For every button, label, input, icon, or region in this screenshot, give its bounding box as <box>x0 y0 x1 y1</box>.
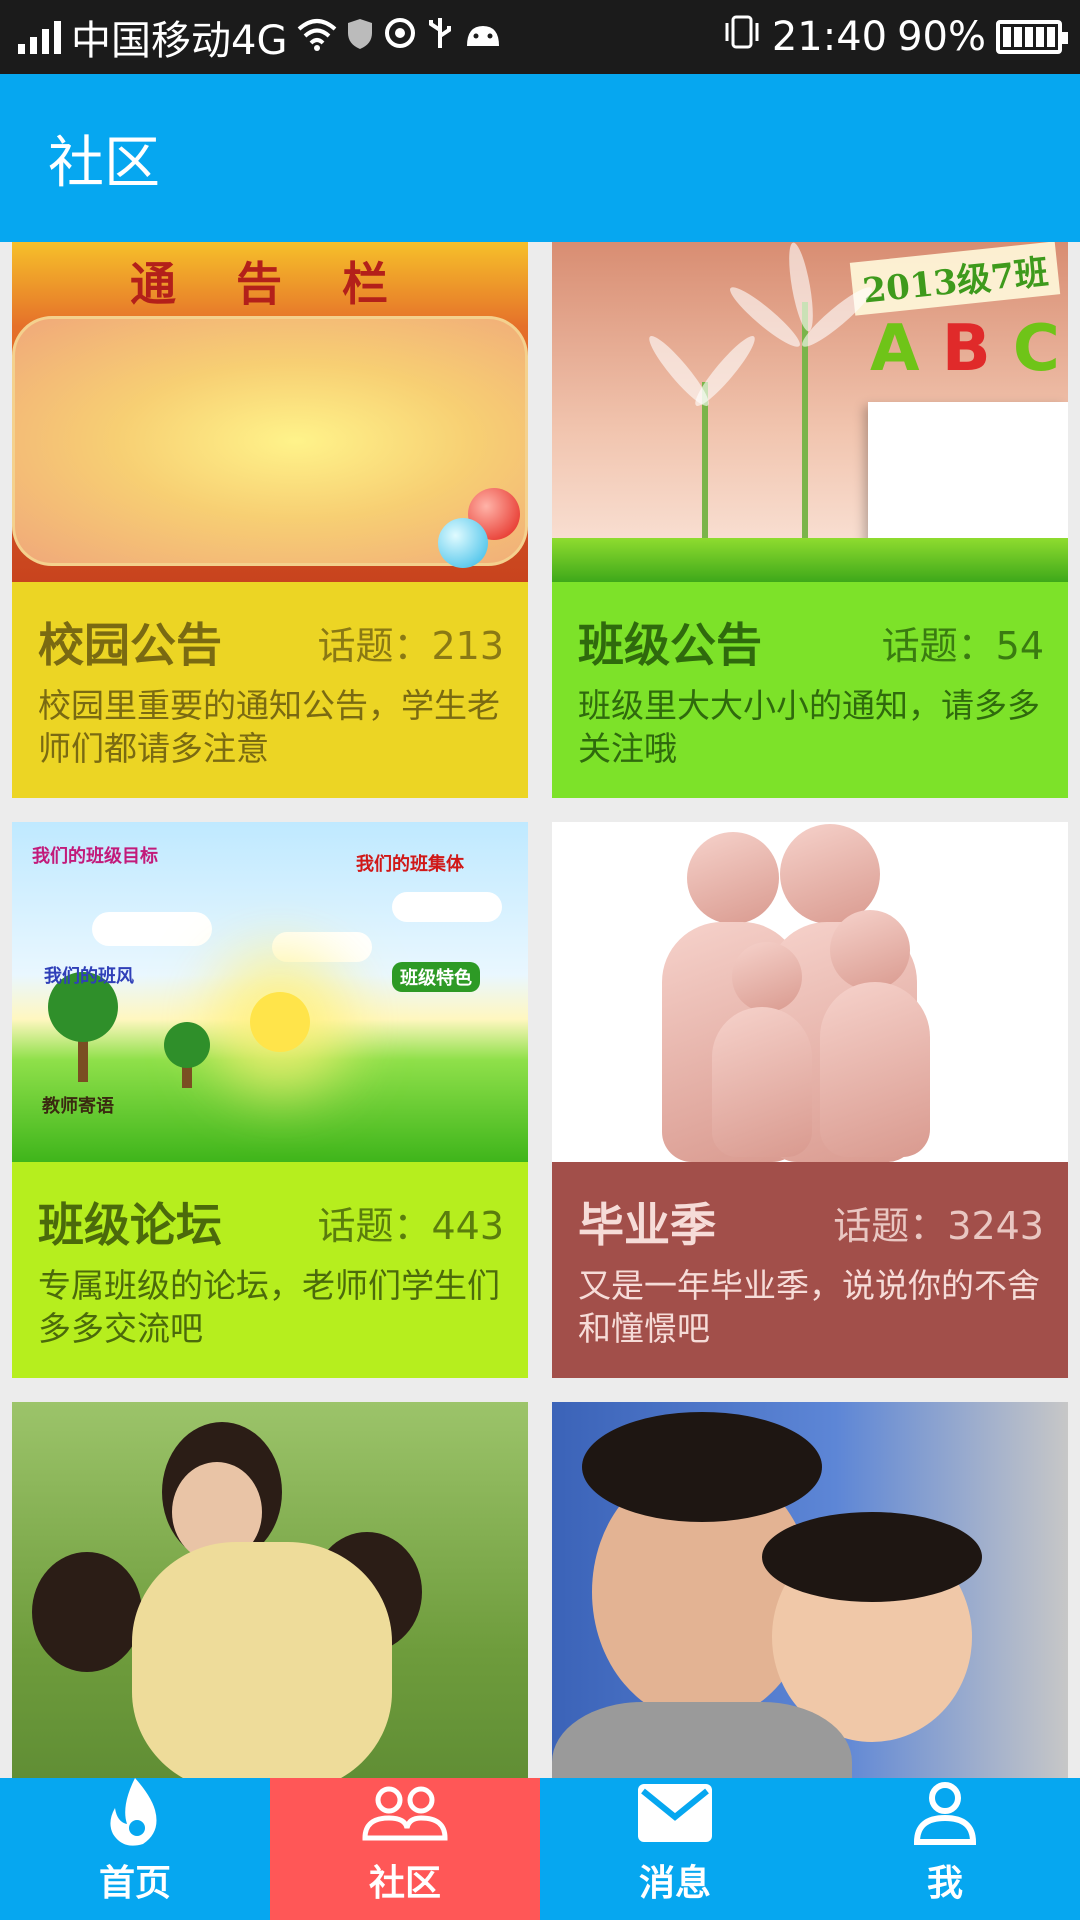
mail-icon <box>637 1778 713 1848</box>
app-bar: 社区 <box>0 74 1080 242</box>
tab-home[interactable]: 首页 <box>0 1778 270 1920</box>
card-info: 班级公告 话题：54 班级里大大小小的通知，请多多关注哦 <box>552 582 1068 798</box>
card-image <box>552 1402 1068 1778</box>
carrier-label: 中国移动4G <box>71 18 288 64</box>
person-icon <box>912 1778 978 1848</box>
tab-me[interactable]: 我 <box>810 1778 1080 1920</box>
usb-icon <box>427 14 453 60</box>
community-card-graduation[interactable]: 毕业季 话题：3243 又是一年毕业季，说说你的不舍和憧憬吧 <box>552 822 1068 1378</box>
battery-percent: 90% <box>897 14 986 60</box>
image-text: 2013级7班 <box>849 242 1061 316</box>
image-label: 班级特色 <box>392 962 480 992</box>
card-title: 毕业季 <box>578 1198 716 1252</box>
card-image: 2013级7班 A B C <box>552 242 1068 582</box>
image-text: 通 告 栏 <box>129 257 411 311</box>
card-title: 校园公告 <box>38 618 222 672</box>
flame-icon <box>103 1776 167 1848</box>
card-title: 班级论坛 <box>38 1198 222 1252</box>
status-bar: 中国移动4G 21:40 90% <box>0 0 1080 74</box>
topic-number: 213 <box>431 623 504 668</box>
android-icon <box>463 14 503 60</box>
card-description: 班级里大大小小的通知，请多多关注哦 <box>578 686 1040 768</box>
card-image: 通 告 栏 <box>12 242 528 582</box>
people-icon <box>361 1778 449 1848</box>
topic-label: 话题： <box>317 623 432 668</box>
topic-label: 话题： <box>833 1203 948 1248</box>
page-title: 社区 <box>48 130 160 196</box>
card-title: 班级公告 <box>578 618 762 672</box>
topic-label: 话题： <box>317 1203 432 1248</box>
topic-number: 443 <box>431 1203 504 1248</box>
card-info: 班级论坛 话题：443 专属班级的论坛，老师们学生们多多交流吧 <box>12 1162 528 1378</box>
card-image <box>12 1402 528 1778</box>
card-info: 校园公告 话题：213 校园里重要的通知公告，学生老师们都请多注意 <box>12 582 528 798</box>
tab-label: 社区 <box>368 1863 441 1904</box>
topic-count: 话题：3243 <box>833 1195 1044 1250</box>
battery-icon <box>996 20 1068 54</box>
community-card-class-forum[interactable]: 我们的班级目标 我们的班集体 我们的班风 班级特色 教师寄语 班级论坛 话题：4… <box>12 822 528 1378</box>
topic-number: 54 <box>995 623 1044 668</box>
signal-icon <box>18 20 61 54</box>
card-description: 校园里重要的通知公告，学生老师们都请多注意 <box>38 686 500 768</box>
card-description: 专属班级的论坛，老师们学生们多多交流吧 <box>38 1266 500 1348</box>
sync-icon <box>383 14 417 60</box>
card-description: 又是一年毕业季，说说你的不舍和憧憬吧 <box>578 1266 1040 1348</box>
topic-label: 话题： <box>881 623 996 668</box>
card-image <box>552 822 1068 1162</box>
wifi-icon <box>297 17 337 57</box>
clock-time: 21:40 <box>771 14 888 60</box>
vibrate-icon <box>722 14 762 60</box>
bottom-tab-bar: 首页 社区 消息 我 <box>0 1778 1080 1920</box>
tab-label: 消息 <box>638 1863 711 1904</box>
topic-number: 3243 <box>947 1203 1044 1248</box>
image-label: 我们的班风 <box>44 966 134 987</box>
tab-label: 我 <box>926 1863 963 1904</box>
tab-community[interactable]: 社区 <box>270 1778 540 1920</box>
image-label: 我们的班级目标 <box>32 846 158 867</box>
community-card-school-notice[interactable]: 通 告 栏 校园公告 话题：213 校园里重要的通知公告，学生老师们都请多注意 <box>12 242 528 798</box>
card-image: 我们的班级目标 我们的班集体 我们的班风 班级特色 教师寄语 <box>12 822 528 1162</box>
topic-count: 话题：213 <box>317 615 504 670</box>
community-card-parenting[interactable] <box>12 1402 528 1778</box>
image-label: 我们的班集体 <box>356 854 464 875</box>
shield-icon <box>347 14 373 60</box>
topic-count: 话题：443 <box>317 1195 504 1250</box>
topic-count: 话题：54 <box>882 615 1044 670</box>
community-card-class-notice[interactable]: 2013级7班 A B C 班级公告 话题：54 班级里大大小小的通知，请多多关… <box>552 242 1068 798</box>
community-card-family[interactable] <box>552 1402 1068 1778</box>
community-grid[interactable]: 通 告 栏 校园公告 话题：213 校园里重要的通知公告，学生老师们都请多注意 … <box>12 242 1068 1778</box>
image-label: 教师寄语 <box>42 1096 114 1117</box>
tab-label: 首页 <box>98 1863 171 1904</box>
tab-messages[interactable]: 消息 <box>540 1778 810 1920</box>
card-info: 毕业季 话题：3243 又是一年毕业季，说说你的不舍和憧憬吧 <box>552 1162 1068 1378</box>
